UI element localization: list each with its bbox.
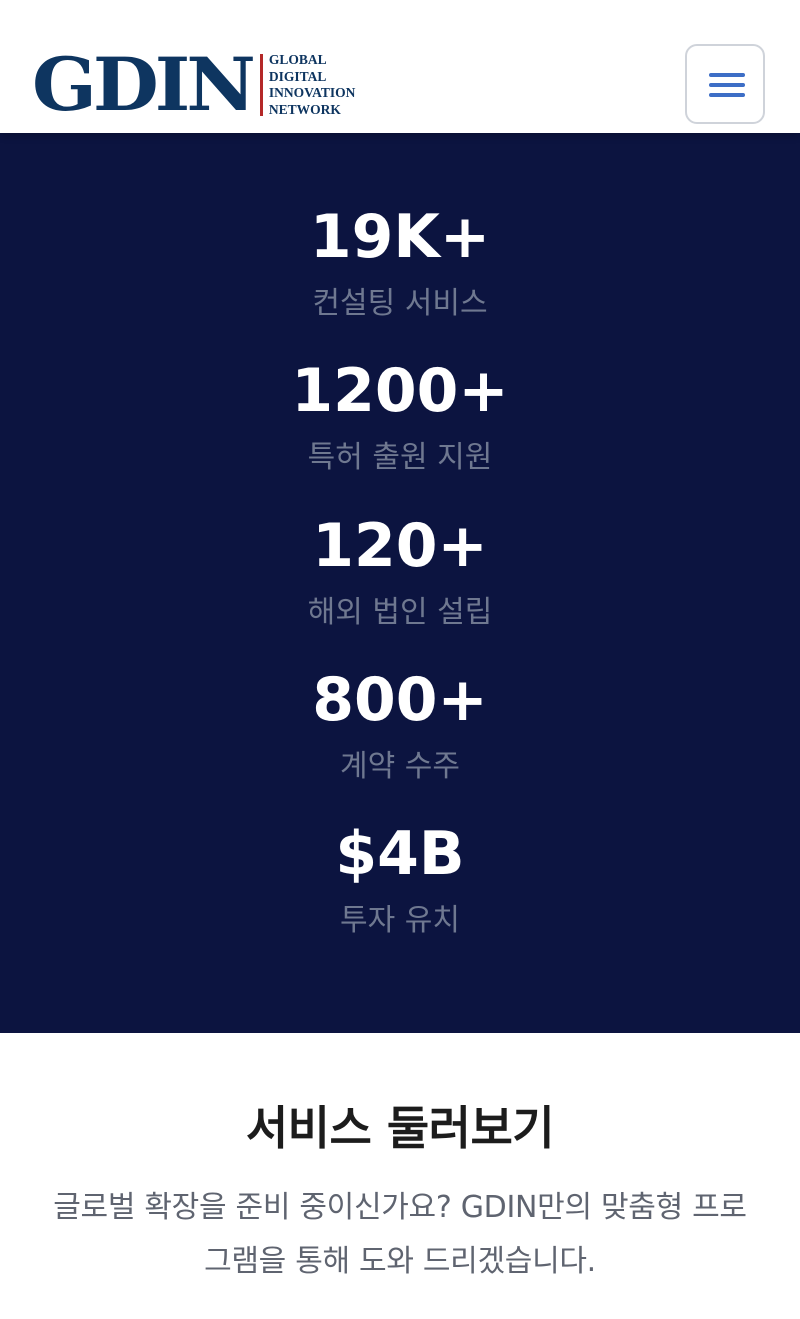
stat-value: 800+ <box>312 665 488 735</box>
menu-bar-top <box>709 73 745 77</box>
logo-line-global: GLOBAL <box>268 52 327 67</box>
stat-value: $4B <box>335 819 465 889</box>
menu-button[interactable] <box>685 44 765 124</box>
stat-label: 투자 유치 <box>340 903 460 938</box>
stat-overseas-corp: 120+ 해외 법인 설립 <box>0 511 800 633</box>
stats-section: 19K+ 컨설팅 서비스 1200+ 특허 출원 지원 120+ 해외 법인 설… <box>0 133 800 1033</box>
services-section: 서비스 둘러보기 글로벌 확장을 준비 중이신가요? GDIN만의 맞춤형 프로… <box>0 1033 800 1319</box>
gdin-logo[interactable]: GDIN GLOBAL DIGITAL INNOVATION NETWORK <box>32 41 356 128</box>
site-header: GDIN GLOBAL DIGITAL INNOVATION NETWORK <box>0 0 800 133</box>
menu-bar-bottom <box>709 93 745 97</box>
logo-mark: GDIN <box>32 41 256 128</box>
stat-label: 컨설팅 서비스 <box>312 286 488 321</box>
logo-divider <box>259 54 263 116</box>
stat-label: 해외 법인 설립 <box>307 595 493 630</box>
stat-label: 특허 출원 지원 <box>307 440 493 475</box>
services-description: 글로벌 확장을 준비 중이신가요? GDIN만의 맞춤형 프로그램을 통해 도와… <box>53 1190 747 1279</box>
stat-consulting: 19K+ 컨설팅 서비스 <box>0 202 800 324</box>
services-title: 서비스 둘러보기 <box>245 1101 555 1155</box>
stat-value: 1200+ <box>291 356 509 426</box>
stat-value: 19K+ <box>309 202 491 272</box>
logo-subtitle: GLOBAL DIGITAL INNOVATION NETWORK <box>269 52 356 118</box>
logo-line-innovation: INNOVATION <box>268 85 356 100</box>
stat-contracts: 800+ 계약 수주 <box>0 665 800 787</box>
logo-line-network: NETWORK <box>268 101 341 117</box>
stat-value: 120+ <box>312 511 488 581</box>
stat-investment: $4B 투자 유치 <box>0 819 800 941</box>
logo-line-digital: DIGITAL <box>268 68 327 84</box>
stat-patent: 1200+ 특허 출원 지원 <box>0 356 800 478</box>
stat-label: 계약 수주 <box>340 749 460 784</box>
menu-bar-middle <box>709 83 745 87</box>
